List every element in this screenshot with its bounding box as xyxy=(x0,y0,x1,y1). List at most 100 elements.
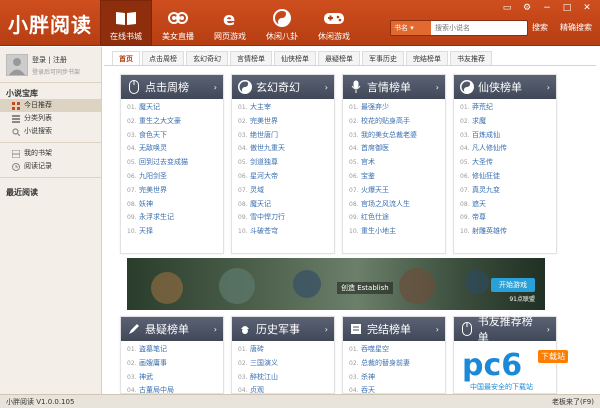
nav-casualgame[interactable]: 休闲游戏 xyxy=(308,0,360,46)
rank-item[interactable]: 02. 校花的贴身高手 xyxy=(349,115,445,129)
rank-item[interactable]: 04. 无敌唤灵 xyxy=(127,142,223,156)
rank-item[interactable]: 06. 宝鉴 xyxy=(349,170,445,184)
register-link[interactable]: 注册 xyxy=(53,56,67,64)
rank-item[interactable]: 05. 回到过去变成猫 xyxy=(127,156,223,170)
book-title-link[interactable]: 重生之大文豪 xyxy=(139,117,181,125)
close-icon[interactable]: ✕ xyxy=(578,2,596,14)
book-title-link[interactable]: 灵域 xyxy=(250,186,264,194)
rank-item[interactable]: 01. 盗墓笔记 xyxy=(127,343,223,357)
rank-item[interactable]: 08. 妖神 xyxy=(127,198,223,212)
book-title-link[interactable]: 绝世唐门 xyxy=(250,131,278,139)
book-title-link[interactable]: 画嫂庸事 xyxy=(139,359,167,367)
rank-item[interactable]: 10. 斗破苍穹 xyxy=(238,225,334,239)
book-title-link[interactable]: 求魔 xyxy=(472,117,486,125)
tab-2[interactable]: 玄幻奇幻 xyxy=(186,51,228,65)
rank-item[interactable]: 01. 吞噬星空 xyxy=(349,343,445,357)
rank-item[interactable]: 03. 我的美女总裁老婆 xyxy=(349,129,445,143)
precise-search-button[interactable]: 精确搜索 xyxy=(560,22,592,33)
book-title-link[interactable]: 遮天 xyxy=(472,200,486,208)
nav-live[interactable]: 美女直播 xyxy=(152,0,204,46)
rank-item[interactable]: 02. 求魔 xyxy=(460,115,556,129)
more-arrow-icon[interactable]: › xyxy=(325,83,328,92)
rank-item[interactable]: 01. 唐砖 xyxy=(238,343,334,357)
rank-item[interactable]: 06. 修仙狂徒 xyxy=(460,170,556,184)
book-title-link[interactable]: 食色天下 xyxy=(139,131,167,139)
sidebar-item-history[interactable]: 阅读记录 xyxy=(0,160,101,173)
nav-webgame[interactable]: e 网页游戏 xyxy=(204,0,256,46)
book-title-link[interactable]: 百炼成仙 xyxy=(472,131,500,139)
nav-bookstore[interactable]: 在线书城 xyxy=(100,0,152,46)
rank-item[interactable]: 03. 杀神 xyxy=(349,371,445,385)
book-title-link[interactable]: 凡人修仙传 xyxy=(472,144,507,152)
book-title-link[interactable]: 完美世界 xyxy=(250,117,278,125)
book-title-link[interactable]: 帝尊 xyxy=(472,213,486,221)
rank-item[interactable]: 08. 官场之风流人生 xyxy=(349,198,445,212)
sidebar-item-search[interactable]: 小说搜索 xyxy=(0,125,101,138)
rank-item[interactable]: 01. 最强弃少 xyxy=(349,101,445,115)
tab-4[interactable]: 仙侠榜单 xyxy=(274,51,316,65)
book-title-link[interactable]: 校花的贴身高手 xyxy=(361,117,410,125)
book-title-link[interactable]: 射雕英雄传 xyxy=(472,227,507,235)
rank-item[interactable]: 02. 画嫂庸事 xyxy=(127,357,223,371)
book-title-link[interactable]: 总裁的替身前妻 xyxy=(361,359,410,367)
book-title-link[interactable]: 首席御医 xyxy=(361,144,389,152)
book-title-link[interactable]: 妖神 xyxy=(139,200,153,208)
tab-6[interactable]: 军事历史 xyxy=(362,51,404,65)
rank-item[interactable]: 03. 绝世唐门 xyxy=(238,129,334,143)
book-title-link[interactable]: 魔天记 xyxy=(139,103,160,111)
more-arrow-icon[interactable]: › xyxy=(547,83,550,92)
book-title-link[interactable]: 吞噬星空 xyxy=(361,345,389,353)
skin-icon[interactable]: ▭ xyxy=(498,2,516,14)
nav-gossip[interactable]: 休闲八卦 xyxy=(256,0,308,46)
more-arrow-icon[interactable]: › xyxy=(436,325,439,334)
more-arrow-icon[interactable]: › xyxy=(436,83,439,92)
book-title-link[interactable]: 回到过去变成猫 xyxy=(139,158,188,166)
rank-item[interactable]: 10. 天择 xyxy=(127,225,223,239)
rank-item[interactable]: 10. 重生小地主 xyxy=(349,225,445,239)
rank-item[interactable]: 05. 剑道独尊 xyxy=(238,156,334,170)
more-arrow-icon[interactable]: › xyxy=(325,325,328,334)
book-title-link[interactable]: 唐砖 xyxy=(250,345,264,353)
book-title-link[interactable]: 宝鉴 xyxy=(361,172,375,180)
rank-item[interactable]: 07. 火爆天王 xyxy=(349,184,445,198)
book-title-link[interactable]: 莽荒纪 xyxy=(472,103,493,111)
sidebar-item-categories[interactable]: 分类列表 xyxy=(0,112,101,125)
book-title-link[interactable]: 剑道独尊 xyxy=(250,158,278,166)
more-arrow-icon[interactable]: › xyxy=(547,325,550,334)
book-title-link[interactable]: 修仙狂徒 xyxy=(472,172,500,180)
search-input[interactable] xyxy=(435,24,525,32)
game-banner[interactable]: 创造 Establish 开始游戏 91点联盟 xyxy=(127,258,545,310)
rank-item[interactable]: 02. 完美世界 xyxy=(238,115,334,129)
rank-item[interactable]: 03. 食色天下 xyxy=(127,129,223,143)
book-title-link[interactable]: 九阳剑圣 xyxy=(139,172,167,180)
rank-item[interactable]: 05. 官术 xyxy=(349,156,445,170)
rank-item[interactable]: 06. 九阳剑圣 xyxy=(127,170,223,184)
rank-item[interactable]: 04. 傲世九重天 xyxy=(238,142,334,156)
rank-item[interactable]: 10. 射雕英雄传 xyxy=(460,225,556,239)
book-title-link[interactable]: 官术 xyxy=(361,158,375,166)
book-title-link[interactable]: 星河大帝 xyxy=(250,172,278,180)
book-title-link[interactable]: 最强弃少 xyxy=(361,103,389,111)
more-arrow-icon[interactable]: › xyxy=(214,83,217,92)
book-title-link[interactable]: 魔天记 xyxy=(250,200,271,208)
book-title-link[interactable]: 雪中悍刀行 xyxy=(250,213,285,221)
rank-item[interactable]: 09. 雪中悍刀行 xyxy=(238,211,334,225)
rank-item[interactable]: 03. 醉枕江山 xyxy=(238,371,334,385)
rank-item[interactable]: 04. 首席御医 xyxy=(349,142,445,156)
book-title-link[interactable]: 红色仕途 xyxy=(361,213,389,221)
rank-item[interactable]: 03. 百炼成仙 xyxy=(460,129,556,143)
sidebar-item-today[interactable]: 今日推荐 xyxy=(0,99,101,112)
rank-item[interactable]: 02. 重生之大文豪 xyxy=(127,115,223,129)
maximize-icon[interactable]: □ xyxy=(558,2,576,14)
book-title-link[interactable]: 我的美女总裁老婆 xyxy=(361,131,417,139)
tab-5[interactable]: 悬疑榜单 xyxy=(318,51,360,65)
book-title-link[interactable]: 盗墓笔记 xyxy=(139,345,167,353)
book-title-link[interactable]: 杀神 xyxy=(361,373,375,381)
rank-item[interactable]: 05. 大圣传 xyxy=(460,156,556,170)
start-game-button[interactable]: 开始游戏 xyxy=(491,278,535,292)
book-title-link[interactable]: 神武 xyxy=(139,373,153,381)
tab-3[interactable]: 言情榜单 xyxy=(230,51,272,65)
sidebar-item-bookshelf[interactable]: 我的书架 xyxy=(0,147,101,160)
rank-item[interactable]: 09. 红色仕途 xyxy=(349,211,445,225)
rank-item[interactable]: 09. 帝尊 xyxy=(460,211,556,225)
